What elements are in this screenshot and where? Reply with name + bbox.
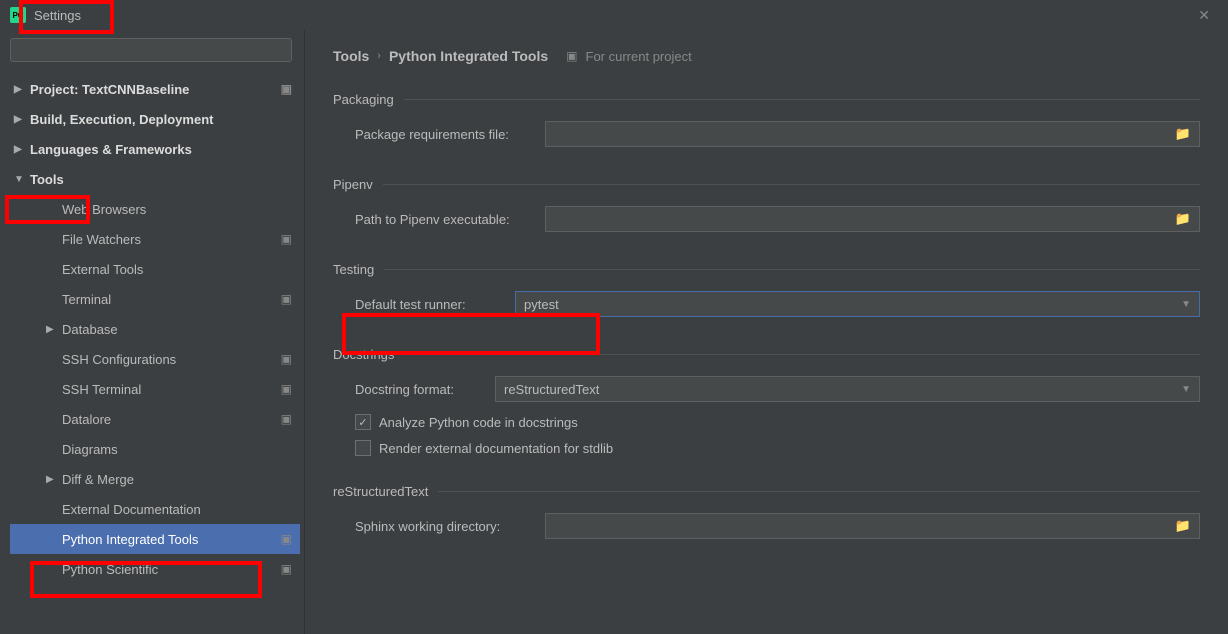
sidebar-item[interactable]: File Watchers ▣ bbox=[10, 224, 300, 254]
sidebar-item-label: Build, Execution, Deployment bbox=[30, 112, 213, 127]
breadcrumb-current: Python Integrated Tools bbox=[389, 48, 548, 64]
folder-icon[interactable]: 📁 bbox=[1175, 518, 1191, 534]
render-stdlib-checkbox[interactable] bbox=[355, 440, 371, 456]
sidebar-item-label: External Documentation bbox=[62, 502, 201, 517]
project-scope-icon: ▣ bbox=[281, 352, 292, 366]
chevron-right-icon[interactable]: ▶ bbox=[14, 114, 26, 125]
settings-main: Tools › Python Integrated Tools ▣ For cu… bbox=[305, 30, 1228, 634]
sidebar-item[interactable]: ▶ Build, Execution, Deployment bbox=[10, 104, 300, 134]
sidebar-item[interactable]: ▶ Project: TextCNNBaseline ▣ bbox=[10, 74, 300, 104]
chevron-right-icon[interactable]: ▶ bbox=[46, 474, 58, 485]
section-title: Docstrings bbox=[333, 347, 394, 362]
project-icon: ▣ bbox=[566, 49, 577, 63]
section-rst: reStructuredText bbox=[333, 484, 1200, 499]
section-title: Packaging bbox=[333, 92, 394, 107]
section-title: reStructuredText bbox=[333, 484, 428, 499]
breadcrumb-tools[interactable]: Tools bbox=[333, 48, 369, 64]
sidebar-item-label: Tools bbox=[30, 172, 64, 187]
sidebar-item-label: File Watchers bbox=[62, 232, 141, 247]
settings-sidebar: ▶ Project: TextCNNBaseline ▣ ▶ Build, Execut… bbox=[0, 30, 305, 634]
docstring-format-value: reStructuredText bbox=[504, 382, 599, 397]
test-runner-select[interactable]: pytest ▼ bbox=[515, 291, 1200, 317]
test-runner-label: Default test runner: bbox=[355, 297, 515, 312]
project-scope-icon: ▣ bbox=[281, 562, 292, 576]
chevron-right-icon[interactable]: ▶ bbox=[14, 84, 26, 95]
sidebar-item-label: Languages & Frameworks bbox=[30, 142, 192, 157]
sidebar-item-label: Python Integrated Tools bbox=[62, 532, 198, 547]
section-title: Pipenv bbox=[333, 177, 373, 192]
chevron-right-icon[interactable]: ▶ bbox=[46, 324, 58, 335]
sidebar-item-label: Diff & Merge bbox=[62, 472, 134, 487]
sidebar-item[interactable]: ▶ Database bbox=[10, 314, 300, 344]
sidebar-item[interactable]: Terminal ▣ bbox=[10, 284, 300, 314]
section-title: Testing bbox=[333, 262, 374, 277]
sidebar-item[interactable]: Python Scientific ▣ bbox=[10, 554, 300, 584]
sidebar-item-label: Terminal bbox=[62, 292, 111, 307]
section-testing: Testing bbox=[333, 262, 1200, 277]
app-icon: PC bbox=[10, 7, 26, 23]
chevron-down-icon[interactable]: ▼ bbox=[14, 174, 26, 185]
sphinx-dir-label: Sphinx working directory: bbox=[355, 519, 545, 534]
divider bbox=[404, 354, 1200, 355]
sidebar-item-label: Python Scientific bbox=[62, 562, 158, 577]
sphinx-dir-input[interactable]: 📁 bbox=[545, 513, 1200, 539]
folder-icon[interactable]: 📁 bbox=[1175, 211, 1191, 227]
folder-icon[interactable]: 📁 bbox=[1175, 126, 1191, 142]
project-scope-icon: ▣ bbox=[281, 82, 292, 96]
chevron-down-icon: ▼ bbox=[1181, 299, 1191, 310]
breadcrumb: Tools › Python Integrated Tools ▣ For cu… bbox=[333, 48, 1200, 64]
divider bbox=[404, 99, 1200, 100]
project-scope-icon: ▣ bbox=[281, 382, 292, 396]
sidebar-item-label: Web Browsers bbox=[62, 202, 146, 217]
section-pipenv: Pipenv bbox=[333, 177, 1200, 192]
titlebar: PC Settings ✕ bbox=[0, 0, 1228, 30]
divider bbox=[383, 184, 1200, 185]
chevron-right-icon: › bbox=[377, 50, 381, 62]
sidebar-item[interactable]: SSH Configurations ▣ bbox=[10, 344, 300, 374]
project-scope-icon: ▣ bbox=[281, 292, 292, 306]
sidebar-item[interactable]: Datalore ▣ bbox=[10, 404, 300, 434]
project-scope-icon: ▣ bbox=[281, 232, 292, 246]
sidebar-item[interactable]: Diagrams bbox=[10, 434, 300, 464]
sidebar-item-label: Datalore bbox=[62, 412, 111, 427]
sidebar-item[interactable]: Web Browsers bbox=[10, 194, 300, 224]
package-req-label: Package requirements file: bbox=[355, 127, 545, 142]
sidebar-item[interactable]: SSH Terminal ▣ bbox=[10, 374, 300, 404]
analyze-checkbox[interactable] bbox=[355, 414, 371, 430]
sidebar-item-label: Project: TextCNNBaseline bbox=[30, 82, 189, 97]
divider bbox=[438, 491, 1200, 492]
docstring-format-select[interactable]: reStructuredText ▼ bbox=[495, 376, 1200, 402]
chevron-down-icon: ▼ bbox=[1181, 384, 1191, 395]
package-req-input[interactable]: 📁 bbox=[545, 121, 1200, 147]
docstring-format-label: Docstring format: bbox=[355, 382, 495, 397]
sidebar-item[interactable]: External Tools bbox=[10, 254, 300, 284]
sidebar-item-label: SSH Configurations bbox=[62, 352, 176, 367]
project-hint: For current project bbox=[586, 49, 692, 64]
analyze-label: Analyze Python code in docstrings bbox=[379, 415, 578, 430]
pipenv-path-label: Path to Pipenv executable: bbox=[355, 212, 545, 227]
render-stdlib-label: Render external documentation for stdlib bbox=[379, 441, 613, 456]
window-title: Settings bbox=[34, 8, 81, 23]
close-icon[interactable]: ✕ bbox=[1190, 3, 1218, 28]
project-scope-icon: ▣ bbox=[281, 412, 292, 426]
sidebar-item[interactable]: Python Integrated Tools ▣ bbox=[10, 524, 300, 554]
sidebar-item-label: Diagrams bbox=[62, 442, 118, 457]
chevron-right-icon[interactable]: ▶ bbox=[14, 144, 26, 155]
sidebar-item[interactable]: ▶ Diff & Merge bbox=[10, 464, 300, 494]
pipenv-path-input[interactable]: 📁 bbox=[545, 206, 1200, 232]
sidebar-item[interactable]: ▼ Tools bbox=[10, 164, 300, 194]
sidebar-item[interactable]: ▶ Languages & Frameworks bbox=[10, 134, 300, 164]
section-docstrings: Docstrings bbox=[333, 347, 1200, 362]
search-input[interactable] bbox=[10, 38, 292, 62]
project-scope-icon: ▣ bbox=[281, 532, 292, 546]
sidebar-item[interactable]: External Documentation bbox=[10, 494, 300, 524]
test-runner-value: pytest bbox=[524, 297, 559, 312]
divider bbox=[384, 269, 1200, 270]
settings-tree: ▶ Project: TextCNNBaseline ▣ ▶ Build, Execut… bbox=[10, 74, 300, 626]
sidebar-item-label: Database bbox=[62, 322, 118, 337]
sidebar-item-label: SSH Terminal bbox=[62, 382, 141, 397]
section-packaging: Packaging bbox=[333, 92, 1200, 107]
sidebar-item-label: External Tools bbox=[62, 262, 143, 277]
